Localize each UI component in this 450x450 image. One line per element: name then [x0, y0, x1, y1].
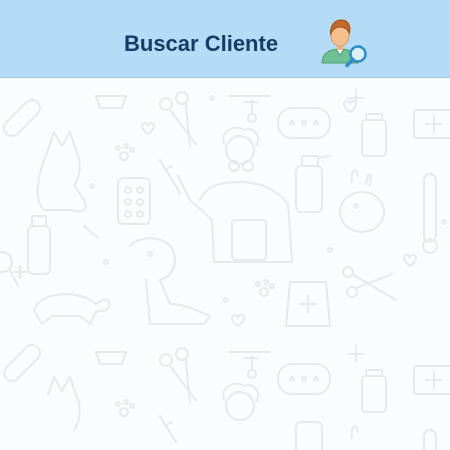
scissors-icon [159, 91, 397, 405]
thermometer-icon [422, 173, 438, 450]
chat-bubble-icon [277, 107, 331, 395]
heart-icon [141, 100, 417, 327]
customer-search-icon[interactable] [318, 16, 372, 70]
bowl-icon [95, 95, 127, 365]
magnifier-icon [0, 251, 19, 287]
header-bar: Buscar Cliente [0, 0, 450, 78]
dog-icon [129, 237, 211, 325]
syringe-icon [159, 159, 181, 443]
pet-food-bag-icon [285, 281, 331, 327]
bandage-icon [3, 99, 41, 382]
turtle-icon [33, 293, 111, 325]
veterinarian-illustration [177, 126, 293, 421]
cat-icon [36, 131, 87, 431]
page-title: Buscar Cliente [124, 31, 279, 56]
jar-icon [361, 113, 387, 413]
pill-blister-icon [117, 177, 151, 225]
paw-icon [115, 143, 275, 417]
dot-decoration [89, 95, 447, 303]
background-pattern [0, 79, 450, 450]
bottle-icon [27, 215, 51, 275]
